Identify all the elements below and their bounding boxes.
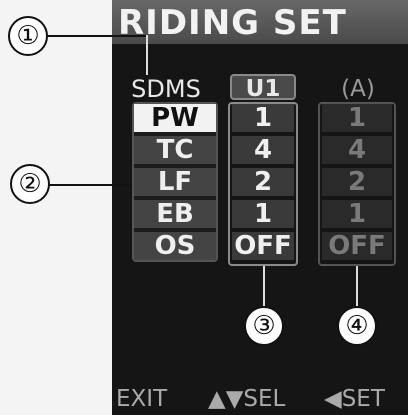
preset-value-lf: 2 xyxy=(322,168,392,196)
user-value-lf[interactable]: 2 xyxy=(232,168,294,196)
preset-value-eb: 1 xyxy=(322,200,392,228)
user-value-eb[interactable]: 1 xyxy=(232,200,294,228)
preset-value-pw: 1 xyxy=(322,104,392,132)
user-value-os[interactable]: OFF xyxy=(232,232,294,260)
callout-1-leader-down xyxy=(146,35,148,75)
setting-label-eb[interactable]: EB xyxy=(134,200,216,228)
setting-label-os[interactable]: OS xyxy=(134,232,216,260)
page-title: RIDING SET xyxy=(118,3,347,43)
exit-hint[interactable]: EXIT xyxy=(116,383,167,415)
setting-label-lf[interactable]: LF xyxy=(134,168,216,196)
footer-bar: EXIT ▲▼SEL ◀SET xyxy=(112,383,408,415)
setting-label-pw[interactable]: PW xyxy=(134,104,216,132)
callout-4-leader xyxy=(356,266,358,306)
title-bar: RIDING SET xyxy=(112,0,408,44)
callout-3-leader xyxy=(263,266,265,306)
callout-2-leader xyxy=(48,184,132,186)
user-mode-header[interactable]: U1 xyxy=(230,74,296,102)
callout-4: ④ xyxy=(337,306,377,346)
sdms-label: SDMS xyxy=(131,75,201,103)
callout-2: ② xyxy=(10,164,50,204)
set-hint[interactable]: ◀SET xyxy=(324,383,385,415)
callout-3: ③ xyxy=(244,306,284,346)
user-value-tc[interactable]: 4 xyxy=(232,136,294,164)
callout-1-leader xyxy=(44,35,148,37)
riding-set-screen: RIDING SET SDMS U1 (A) PW TC LF EB OS 1 … xyxy=(112,0,408,415)
preset-value-os: OFF xyxy=(322,232,392,260)
setting-label-tc[interactable]: TC xyxy=(134,136,216,164)
preset-header: (A) xyxy=(341,76,375,102)
select-hint[interactable]: ▲▼SEL xyxy=(208,383,285,415)
user-value-pw[interactable]: 1 xyxy=(232,104,294,132)
preset-value-tc: 4 xyxy=(322,136,392,164)
callout-1: ① xyxy=(8,16,48,56)
